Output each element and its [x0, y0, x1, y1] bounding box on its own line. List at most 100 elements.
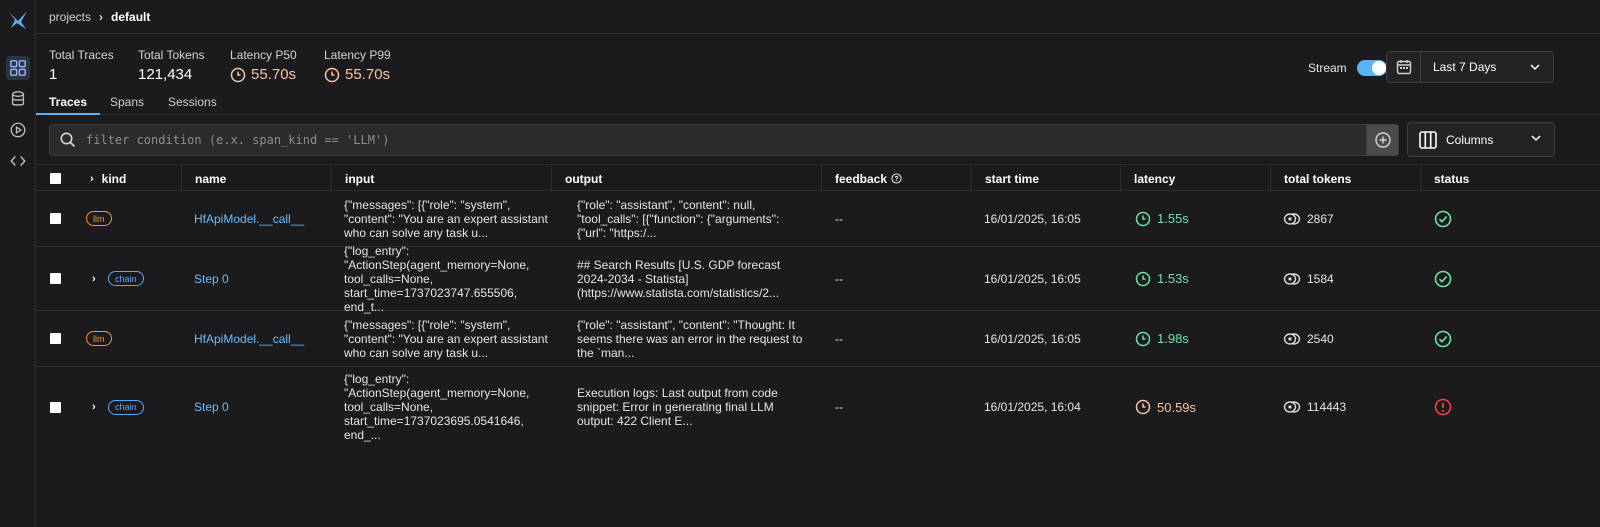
svg-text:?: ? — [894, 176, 898, 183]
table-row[interactable]: › chain Step 0 {"log_entry": "ActionStep… — [36, 244, 1600, 314]
row-select — [36, 247, 76, 310]
tokens-cell: 2867 — [1283, 191, 1334, 246]
header-output[interactable]: output — [551, 165, 821, 192]
kind-badge-llm: llm — [86, 331, 112, 346]
clock-icon — [324, 67, 340, 82]
clock-icon — [1135, 211, 1151, 226]
feedback-cell: -- — [835, 211, 843, 226]
table-row[interactable]: llm HfApiModel.__call__ {"messages": [{"… — [36, 191, 1600, 247]
header-select-all[interactable] — [36, 165, 80, 192]
tokens-value: 1584 — [1307, 271, 1334, 286]
chevron-down-icon — [1529, 61, 1553, 73]
feedback-cell: -- — [835, 271, 843, 286]
columns-label: Columns — [1446, 132, 1494, 147]
kind-cell: llm — [86, 311, 112, 366]
select-all-checkbox[interactable] — [50, 173, 61, 184]
latency-cell: 50.59s — [1135, 367, 1196, 447]
breadcrumb-projects[interactable]: projects — [49, 10, 91, 24]
kind-badge-chain: chain — [108, 271, 144, 286]
stat-label: Total Tokens — [138, 48, 205, 62]
stat-value: 121,434 — [138, 66, 193, 83]
span-name-link[interactable]: HfApiModel.__call__ — [194, 212, 304, 226]
row-checkbox[interactable] — [50, 333, 61, 344]
header-start-time[interactable]: start time — [971, 165, 1121, 192]
header-latency[interactable]: latency — [1120, 165, 1270, 192]
latency-value: 1.55s — [1157, 211, 1189, 226]
stat-label: Latency P50 — [230, 48, 297, 62]
tokens-cell: 2540 — [1283, 311, 1334, 366]
database-icon[interactable] — [6, 87, 30, 111]
code-brackets-icon[interactable] — [6, 149, 30, 173]
latency-value: 1.98s — [1157, 331, 1189, 346]
stream-toggle[interactable] — [1356, 60, 1387, 76]
row-checkbox[interactable] — [50, 213, 61, 224]
output-cell: Execution logs: Last output from code sn… — [577, 386, 778, 428]
tokens-value: 2540 — [1307, 331, 1334, 346]
tab-traces[interactable]: Traces — [49, 95, 87, 109]
status-cell — [1434, 367, 1452, 447]
latency-value-row: 1.53s — [1135, 271, 1189, 287]
columns-icon — [1419, 130, 1437, 149]
status-ok-icon — [1434, 330, 1452, 347]
tab-sessions[interactable]: Sessions — [168, 95, 217, 109]
stat-value-row: 55.70s — [324, 66, 391, 83]
play-circle-icon[interactable] — [6, 118, 30, 142]
row-checkbox[interactable] — [50, 273, 61, 284]
filter-input[interactable] — [86, 133, 1366, 147]
app-logo-icon[interactable] — [6, 8, 30, 32]
table-row[interactable]: llm HfApiModel.__call__ {"messages": [{"… — [36, 311, 1600, 367]
stream-label: Stream — [1308, 61, 1347, 75]
breadcrumb: projects › default — [49, 9, 150, 25]
time-range-select[interactable]: Last 7 Days — [1386, 51, 1554, 83]
tokens-icon — [1283, 212, 1301, 225]
tab-spans[interactable]: Spans — [110, 95, 144, 109]
header-name[interactable]: name — [181, 165, 331, 192]
tokens-cell: 114443 — [1283, 367, 1346, 447]
help-icon[interactable]: ? — [891, 173, 902, 184]
table-header: › kind name input output feedback ? star… — [36, 164, 1600, 192]
clock-icon — [230, 67, 246, 82]
time-range-value: Last 7 Days — [1433, 60, 1497, 74]
breadcrumb-current: default — [111, 10, 151, 24]
stat-total-tokens: Total Tokens 121,434 — [138, 48, 205, 83]
stat-label: Latency P99 — [324, 48, 391, 62]
status-cell — [1434, 311, 1452, 366]
kind-badge-llm: llm — [86, 211, 112, 226]
status-ok-icon — [1434, 210, 1452, 227]
chevron-right-icon: › — [99, 10, 104, 24]
header-total-tokens[interactable]: total tokens — [1270, 165, 1420, 192]
tokens-value: 114443 — [1307, 400, 1347, 414]
clock-icon — [1135, 271, 1151, 286]
chevron-right-icon[interactable]: › — [92, 273, 96, 285]
tokens-value-row: 1584 — [1283, 272, 1334, 286]
tokens-cell: 1584 — [1283, 247, 1334, 310]
header-input[interactable]: input — [331, 165, 551, 192]
tokens-value: 2867 — [1307, 211, 1334, 226]
span-name-link[interactable]: Step 0 — [194, 400, 229, 414]
latency-value-row: 1.55s — [1135, 211, 1189, 227]
kind-cell: llm — [86, 191, 112, 246]
span-name-link[interactable]: Step 0 — [194, 272, 229, 286]
columns-button[interactable]: Columns — [1407, 122, 1555, 157]
span-name-link[interactable]: HfApiModel.__call__ — [194, 332, 304, 346]
table-row[interactable]: › chain Step 0 {"log_entry": "ActionStep… — [36, 367, 1600, 447]
tokens-icon — [1283, 332, 1301, 345]
name-cell: HfApiModel.__call__ — [194, 191, 304, 246]
stream-control: Stream — [1308, 60, 1387, 76]
sidebar — [0, 0, 36, 527]
stat-latency-p50: Latency P50 55.70s — [230, 48, 297, 83]
chevron-right-icon[interactable]: › — [92, 401, 96, 413]
header-status[interactable]: status — [1420, 165, 1600, 192]
latency-value: 1.53s — [1157, 271, 1189, 286]
status-error-icon — [1434, 398, 1452, 416]
row-checkbox[interactable] — [50, 401, 61, 413]
header-kind[interactable]: › kind — [90, 165, 180, 192]
tokens-value-row: 114443 — [1283, 400, 1346, 414]
tokens-icon — [1283, 272, 1301, 285]
add-filter-button[interactable] — [1366, 125, 1398, 155]
header-feedback[interactable]: feedback ? — [821, 165, 971, 192]
row-select — [36, 367, 76, 447]
chevron-right-icon[interactable]: › — [90, 173, 94, 185]
output-cell: {"role": "assistant", "content": null, "… — [577, 197, 780, 240]
dashboard-grid-icon[interactable] — [6, 56, 30, 80]
